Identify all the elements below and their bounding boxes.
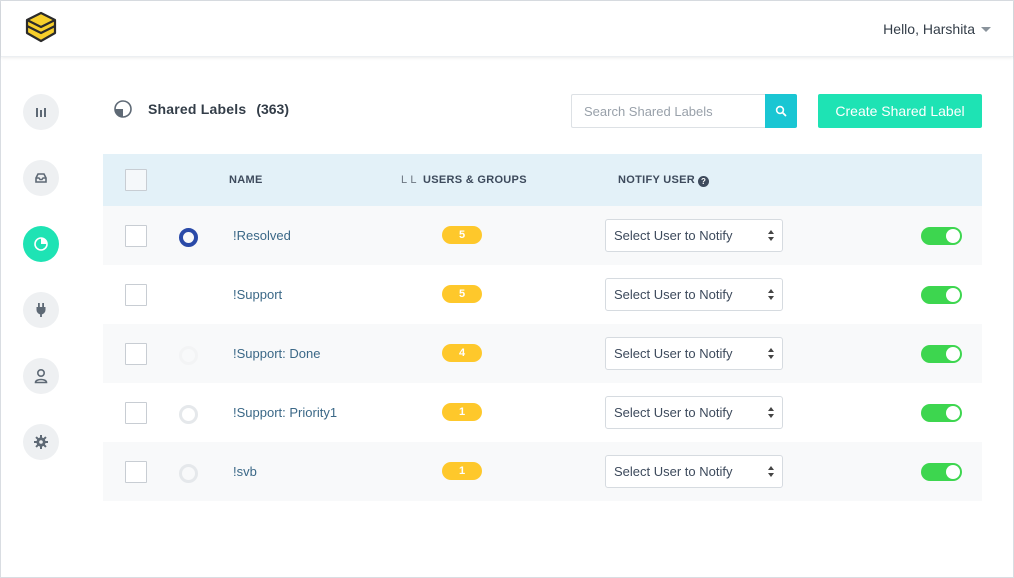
select-arrows-icon <box>768 407 776 419</box>
label-enabled-toggle[interactable] <box>921 463 962 481</box>
greeting-text: Hello, Harshita <box>883 21 975 37</box>
notify-user-select-value: Select User to Notify <box>614 228 733 243</box>
users-count-badge[interactable]: 4 <box>442 344 482 362</box>
label-name[interactable]: !Support: Done <box>233 346 320 361</box>
gear-icon <box>34 435 48 449</box>
label-enabled-toggle[interactable] <box>921 404 962 422</box>
notify-user-select[interactable]: Select User to Notify <box>605 337 783 370</box>
label-color-icon[interactable] <box>179 228 198 247</box>
brand-logo-icon[interactable] <box>25 11 57 45</box>
users-count-badge[interactable]: 5 <box>442 226 482 244</box>
help-icon[interactable]: ? <box>698 176 710 187</box>
chevron-down-icon <box>981 27 991 32</box>
column-notify-user-label: NOTIFY USER <box>618 174 696 186</box>
row-checkbox[interactable] <box>125 284 147 306</box>
label-name[interactable]: !Support <box>233 287 282 302</box>
pie-chart-icon <box>114 100 132 118</box>
bar-chart-icon <box>36 108 46 117</box>
label-color-icon[interactable] <box>179 405 198 424</box>
user-icon <box>34 368 48 384</box>
nav-shared-labels[interactable] <box>23 226 59 262</box>
label-enabled-toggle[interactable] <box>921 286 962 304</box>
nav-settings[interactable] <box>23 424 59 460</box>
pie-chart-icon <box>34 237 48 251</box>
toggle-knob <box>946 288 960 302</box>
app-window: Hello, Harshita Shared Labels (363) Sear… <box>0 0 1014 578</box>
label-name[interactable]: !Resolved <box>233 228 291 243</box>
users-count-badge[interactable]: 5 <box>442 285 482 303</box>
label-name[interactable]: !svb <box>233 464 257 479</box>
toggle-knob <box>946 465 960 479</box>
nav-integrations[interactable] <box>23 292 59 328</box>
label-enabled-toggle[interactable] <box>921 227 962 245</box>
notify-user-select[interactable]: Select User to Notify <box>605 219 783 252</box>
row-checkbox[interactable] <box>125 402 147 424</box>
label-enabled-toggle[interactable] <box>921 345 962 363</box>
select-arrows-icon <box>768 289 776 301</box>
table-row: !Resolved 5 Select User to Notify <box>103 206 982 265</box>
table-row: !Support: Done 4 Select User to Notify <box>103 324 982 383</box>
search-button[interactable] <box>765 94 797 128</box>
table-row: !Support 5 Select User to Notify <box>103 265 982 324</box>
select-arrows-icon <box>768 466 776 478</box>
column-users-prefix: l l <box>401 174 417 186</box>
page-title-row: Shared Labels (363) <box>113 99 289 119</box>
notify-user-select-value: Select User to Notify <box>614 405 733 420</box>
row-checkbox[interactable] <box>125 461 147 483</box>
table-row: !Support: Priority1 1 Select User to Not… <box>103 383 982 442</box>
users-count-badge[interactable]: 1 <box>442 403 482 421</box>
nav-users[interactable] <box>23 358 59 394</box>
plug-icon <box>36 303 46 317</box>
create-shared-label-button[interactable]: Create Shared Label <box>818 94 982 128</box>
select-arrows-icon <box>768 348 776 360</box>
select-all-checkbox[interactable] <box>125 169 147 191</box>
search-input[interactable] <box>571 94 766 128</box>
toggle-knob <box>946 229 960 243</box>
row-checkbox[interactable] <box>125 343 147 365</box>
notify-user-select[interactable]: Select User to Notify <box>605 396 783 429</box>
notify-user-select[interactable]: Select User to Notify <box>605 278 783 311</box>
label-count: (363) <box>256 101 289 117</box>
page-title: Shared Labels <box>148 101 247 117</box>
table-header: NAME l l USERS & GROUPS NOTIFY USER? <box>103 154 982 206</box>
users-count-badge[interactable]: 1 <box>442 462 482 480</box>
label-name[interactable]: !Support: Priority1 <box>233 405 337 420</box>
nav-inbox[interactable] <box>23 160 59 196</box>
column-users-groups[interactable]: USERS & GROUPS <box>423 174 527 186</box>
notify-user-select-value: Select User to Notify <box>614 287 733 302</box>
top-header: Hello, Harshita <box>1 1 1013 57</box>
notify-user-select-value: Select User to Notify <box>614 464 733 479</box>
select-arrows-icon <box>768 230 776 242</box>
notify-user-select[interactable]: Select User to Notify <box>605 455 783 488</box>
column-name[interactable]: NAME <box>229 174 263 186</box>
table-row: !svb 1 Select User to Notify <box>103 442 982 501</box>
label-color-icon[interactable] <box>179 346 198 365</box>
column-notify-user[interactable]: NOTIFY USER? <box>618 174 710 187</box>
nav-reports[interactable] <box>23 94 59 130</box>
search-icon <box>775 105 787 117</box>
label-color-icon[interactable] <box>179 464 198 483</box>
toggle-knob <box>946 406 960 420</box>
inbox-tray-icon <box>35 173 47 183</box>
toggle-knob <box>946 347 960 361</box>
row-checkbox[interactable] <box>125 225 147 247</box>
shared-labels-table: NAME l l USERS & GROUPS NOTIFY USER? !Re… <box>103 154 982 501</box>
user-menu[interactable]: Hello, Harshita <box>883 21 991 37</box>
notify-user-select-value: Select User to Notify <box>614 346 733 361</box>
